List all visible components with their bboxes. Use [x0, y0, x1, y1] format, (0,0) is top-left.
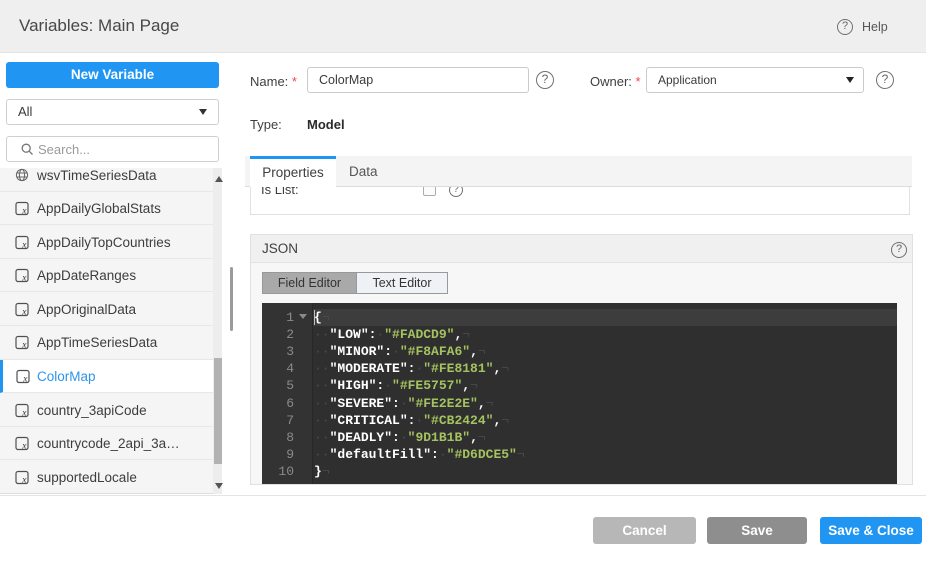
svg-text:x: x	[21, 475, 27, 484]
svg-text:x: x	[21, 442, 27, 451]
svg-text:x: x	[21, 408, 27, 417]
svg-text:x: x	[21, 274, 27, 283]
svg-text:x: x	[21, 341, 27, 350]
svg-text:x: x	[21, 240, 27, 249]
svg-text:x: x	[22, 375, 28, 384]
svg-text:x: x	[21, 307, 27, 316]
svg-text:x: x	[21, 207, 27, 216]
